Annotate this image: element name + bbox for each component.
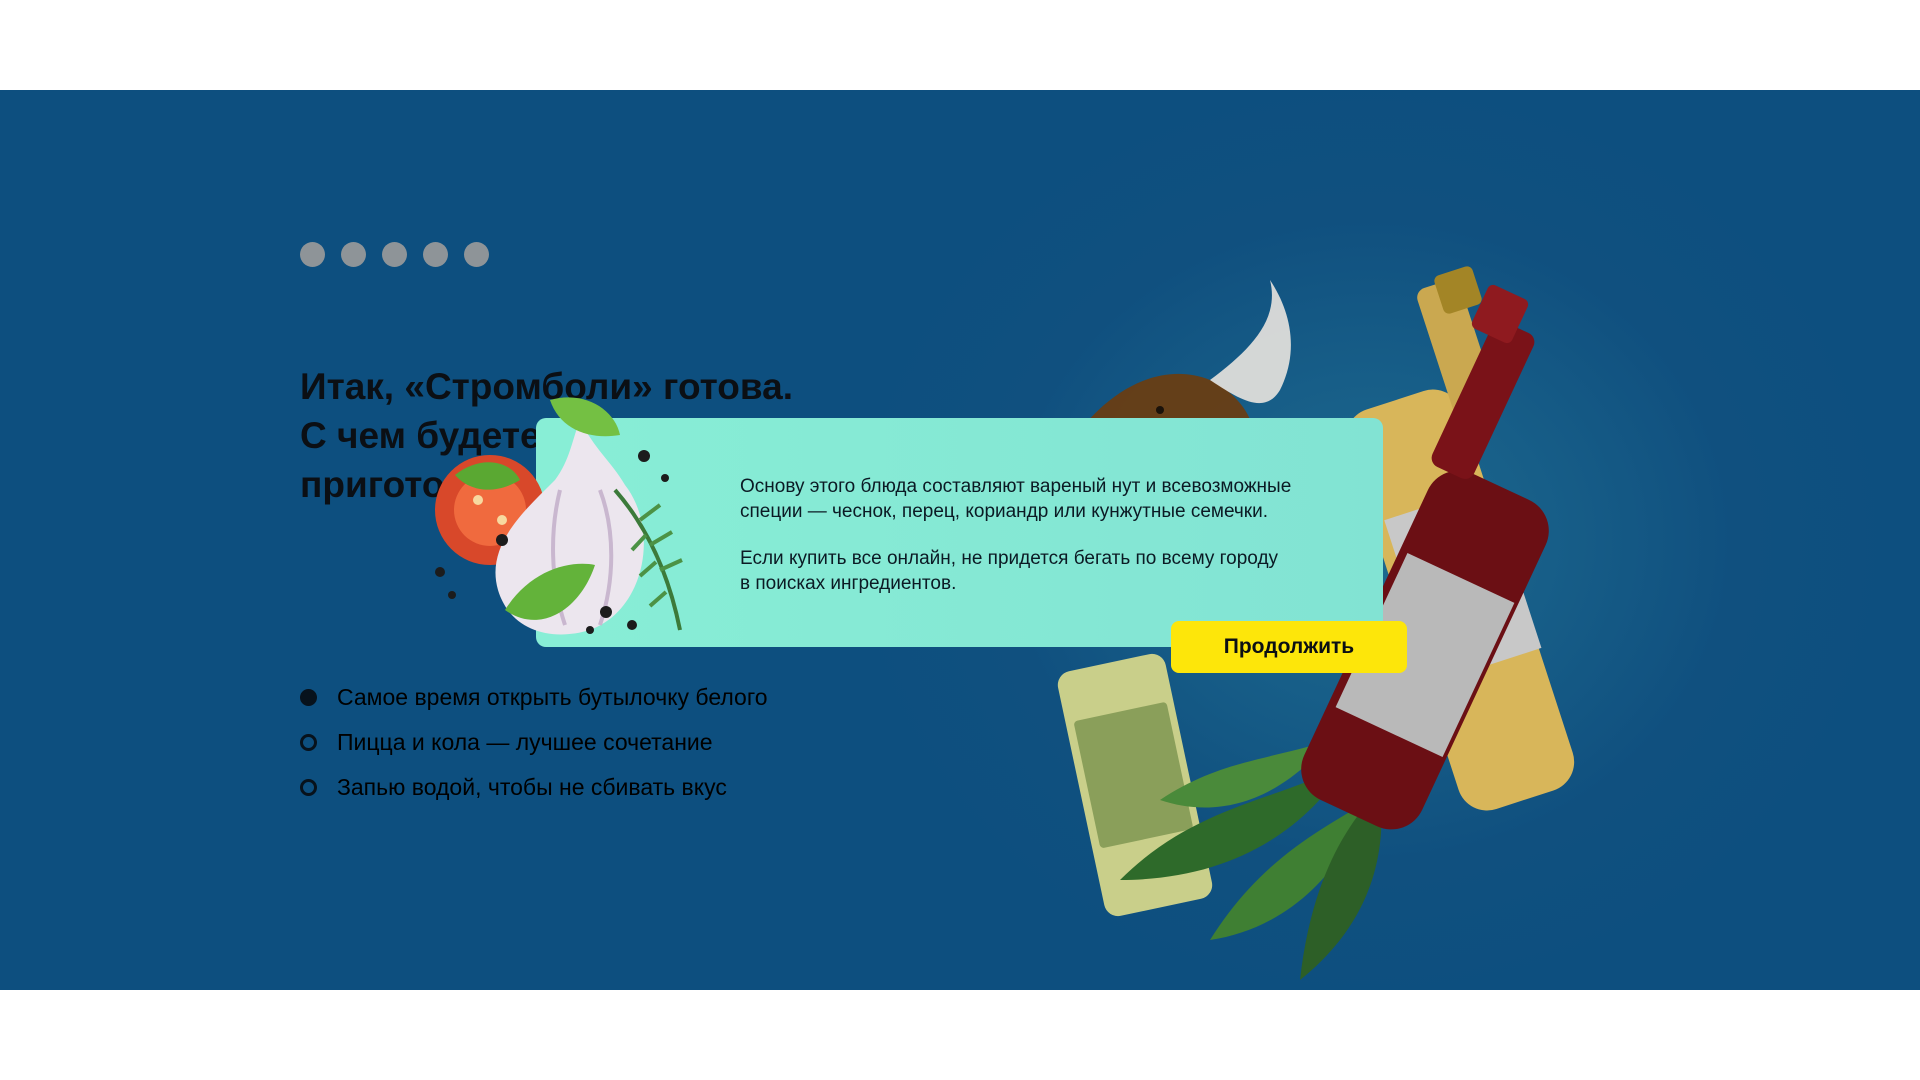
option-water[interactable]: Запью водой, чтобы не сбивать вкус [300, 765, 768, 810]
progress-dot [382, 242, 407, 267]
radio-empty-icon[interactable] [300, 779, 317, 796]
modal-line: в поисках ингредиентов. [740, 573, 957, 594]
option-label: Запью водой, чтобы не сбивать вкус [337, 774, 727, 800]
quiz-stage: Итак, «Стромболи» готова. С чем будете п… [0, 90, 1920, 990]
modal-line: Основу этого блюда составляют вареный ну… [740, 476, 1292, 497]
modal-paragraph: Если купить все онлайн, не придется бега… [740, 546, 1360, 596]
continue-button[interactable]: Продолжить [1171, 621, 1407, 673]
progress-dots [300, 242, 489, 267]
garlic-spices-illustration [435, 397, 683, 635]
modal-text: Основу этого блюда составляют вареный ну… [740, 474, 1360, 618]
option-label: Пицца и кола — лучшее сочетание [337, 729, 713, 755]
progress-dot [341, 242, 366, 267]
progress-dot [464, 242, 489, 267]
progress-dot [423, 242, 448, 267]
option-cola[interactable]: Пицца и кола — лучшее сочетание [300, 720, 768, 765]
radio-selected-icon[interactable] [300, 689, 317, 706]
modal-line: Если купить все онлайн, не придется бега… [740, 548, 1279, 569]
modal-line: специи — чеснок, перец, кориандр или кун… [740, 501, 1269, 522]
progress-dot [300, 242, 325, 267]
radio-empty-icon[interactable] [300, 734, 317, 751]
modal-paragraph: Основу этого блюда составляют вареный ну… [740, 474, 1360, 524]
